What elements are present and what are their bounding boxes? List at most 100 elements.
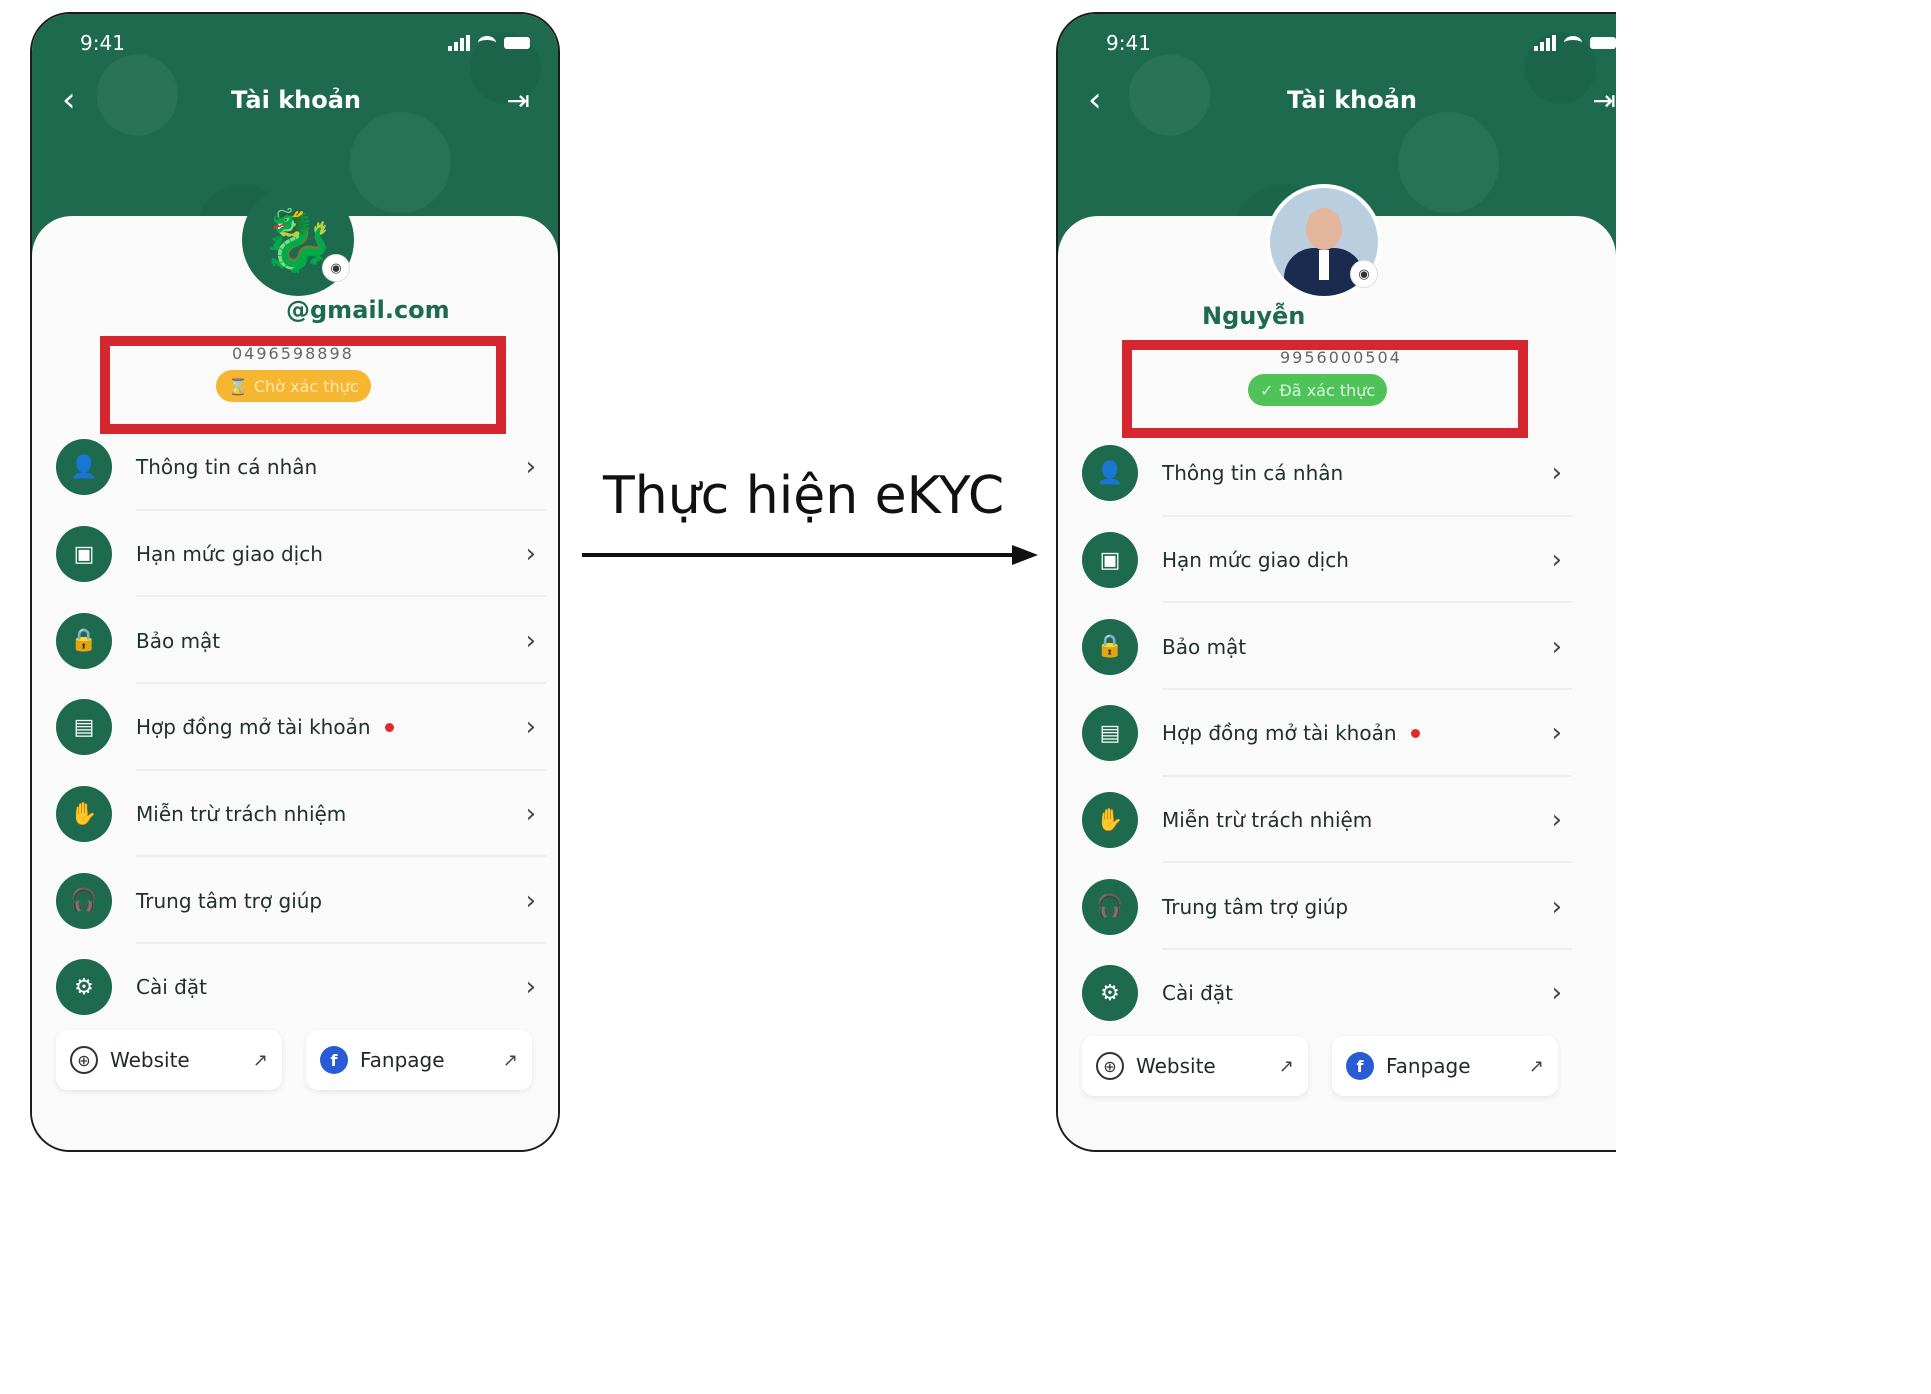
globe-icon: ⊕ (70, 1046, 98, 1074)
hand-icon: ✋ (1082, 792, 1138, 849)
signal-icon (448, 35, 470, 51)
menu-item-contract[interactable]: ▤ Hợp đồng mở tài khoản › (1082, 690, 1572, 777)
phone-after-ekyc: 9:41 ‹ Tài khoản ⇥ ◉ Nguyễn 9956000504 ✓… (1056, 12, 1616, 1152)
chevron-right-icon: › (1551, 978, 1562, 1009)
menu-item-settings[interactable]: ⚙ Cài đặt › (56, 944, 536, 1031)
money-icon: ▣ (56, 526, 112, 583)
lock-icon: 🔒 (1082, 618, 1138, 675)
fanpage-button[interactable]: f Fanpage ↗ (306, 1030, 532, 1090)
website-button[interactable]: ⊕ Website ↗ (56, 1030, 282, 1090)
battery-icon (504, 37, 530, 49)
external-link-icon: ↗ (252, 1049, 268, 1071)
menu-item-transaction-limit[interactable]: ▣ Hạn mức giao dịch › (56, 511, 546, 598)
chevron-right-icon: › (525, 539, 536, 570)
user-icon: 👤 (1082, 445, 1138, 502)
status-time: 9:41 (80, 31, 125, 55)
menu-item-label: Hạn mức giao dịch (136, 542, 323, 567)
battery-icon (1590, 37, 1616, 49)
fanpage-label: Fanpage (1386, 1054, 1471, 1078)
menu-item-label: Miễn trừ trách nhiệm (136, 802, 347, 827)
logout-icon[interactable]: ⇥ (1576, 84, 1616, 117)
globe-icon: ⊕ (1096, 1052, 1124, 1080)
menu-list: 👤 Thông tin cá nhân › ▣ Hạn mức giao dịc… (1082, 430, 1572, 1037)
chevron-right-icon: › (1551, 891, 1562, 922)
menu-item-label: Hợp đồng mở tài khoản (1162, 721, 1397, 746)
headset-icon: 🎧 (1082, 878, 1138, 935)
menu-item-disclaimer[interactable]: ✋ Miễn trừ trách nhiệm › (1082, 777, 1572, 864)
menu-item-label: Thông tin cá nhân (136, 455, 318, 480)
chevron-right-icon: › (1551, 631, 1562, 662)
menu-item-security[interactable]: 🔒 Bảo mật › (56, 597, 546, 685)
back-icon[interactable]: ‹ (1088, 80, 1128, 120)
status-icons (448, 35, 530, 51)
menu-item-label: Miễn trừ trách nhiệm (1162, 808, 1373, 833)
lock-icon: 🔒 (56, 612, 112, 669)
website-label: Website (1136, 1054, 1216, 1078)
back-icon[interactable]: ‹ (62, 80, 102, 120)
nav-bar: ‹ Tài khoản ⇥ (1088, 78, 1616, 122)
menu-item-label: Trung tâm trợ giúp (1162, 894, 1349, 919)
chevron-right-icon: › (1551, 805, 1562, 836)
external-link-icon: ↗ (1278, 1055, 1294, 1077)
document-icon: ▤ (1082, 705, 1138, 762)
menu-item-security[interactable]: 🔒 Bảo mật › (1082, 603, 1572, 691)
nav-bar: ‹ Tài khoản ⇥ (62, 78, 530, 122)
highlight-box (100, 336, 506, 434)
camera-icon[interactable]: ◉ (1350, 260, 1378, 288)
menu-list: 👤 Thông tin cá nhân › ▣ Hạn mức giao dịc… (56, 424, 546, 1031)
wifi-icon (478, 36, 496, 50)
headset-icon: 🎧 (56, 872, 112, 929)
menu-item-settings[interactable]: ⚙ Cài đặt › (1082, 950, 1562, 1037)
notification-dot (1410, 728, 1420, 738)
gear-icon: ⚙ (56, 959, 112, 1016)
person-photo-shirt (1319, 250, 1329, 280)
menu-item-personal-info[interactable]: 👤 Thông tin cá nhân › (56, 424, 546, 511)
external-link-icon: ↗ (502, 1049, 518, 1071)
notification-dot (384, 722, 394, 732)
menu-item-help-center[interactable]: 🎧 Trung tâm trợ giúp › (56, 857, 546, 945)
fanpage-label: Fanpage (360, 1048, 445, 1072)
chevron-right-icon: › (525, 452, 536, 483)
transition-label: Thực hiện eKYC (603, 466, 1005, 526)
menu-item-contract[interactable]: ▤ Hợp đồng mở tài khoản › (56, 684, 546, 771)
phone-before-ekyc: 9:41 ‹ Tài khoản ⇥ 🐉 ◉ @gmail.com 049659… (30, 12, 560, 1152)
fanpage-button[interactable]: f Fanpage ↗ (1332, 1036, 1558, 1096)
chevron-right-icon: › (1551, 545, 1562, 576)
wifi-icon (1564, 36, 1582, 50)
menu-item-transaction-limit[interactable]: ▣ Hạn mức giao dịch › (1082, 517, 1572, 604)
document-icon: ▤ (56, 699, 112, 756)
signal-icon (1534, 35, 1556, 51)
menu-item-label: Bảo mật (1162, 634, 1247, 659)
user-icon: 👤 (56, 439, 112, 496)
page-title: Tài khoản (1286, 86, 1418, 114)
facebook-icon: f (1346, 1052, 1374, 1080)
chevron-right-icon: › (1551, 718, 1562, 749)
camera-icon[interactable]: ◉ (322, 254, 350, 282)
menu-item-label: Cài đặt (1162, 981, 1233, 1006)
chevron-right-icon: › (525, 799, 536, 830)
money-icon: ▣ (1082, 532, 1138, 589)
menu-item-label: Hạn mức giao dịch (1162, 548, 1349, 573)
status-icons (1534, 35, 1616, 51)
menu-item-help-center[interactable]: 🎧 Trung tâm trợ giúp › (1082, 863, 1572, 951)
website-button[interactable]: ⊕ Website ↗ (1082, 1036, 1308, 1096)
menu-item-label: Bảo mật (136, 628, 221, 653)
external-link-icon: ↗ (1528, 1055, 1544, 1077)
external-links: ⊕ Website ↗ f Fanpage ↗ (1082, 1036, 1562, 1096)
menu-item-label: Cài đặt (136, 975, 207, 1000)
highlight-box (1122, 340, 1528, 438)
menu-item-personal-info[interactable]: 👤 Thông tin cá nhân › (1082, 430, 1572, 517)
menu-item-label: Trung tâm trợ giúp (136, 888, 323, 913)
website-label: Website (110, 1048, 190, 1072)
logout-icon[interactable]: ⇥ (490, 84, 530, 117)
chevron-right-icon: › (525, 712, 536, 743)
menu-item-disclaimer[interactable]: ✋ Miễn trừ trách nhiệm › (56, 771, 546, 858)
status-bar: 9:41 (80, 28, 530, 58)
chevron-right-icon: › (525, 885, 536, 916)
menu-item-label: Thông tin cá nhân (1162, 461, 1344, 486)
gear-icon: ⚙ (1082, 965, 1138, 1022)
person-photo-head (1306, 208, 1342, 250)
menu-item-label: Hợp đồng mở tài khoản (136, 715, 371, 740)
page-title: Tài khoản (230, 86, 362, 114)
facebook-icon: f (320, 1046, 348, 1074)
